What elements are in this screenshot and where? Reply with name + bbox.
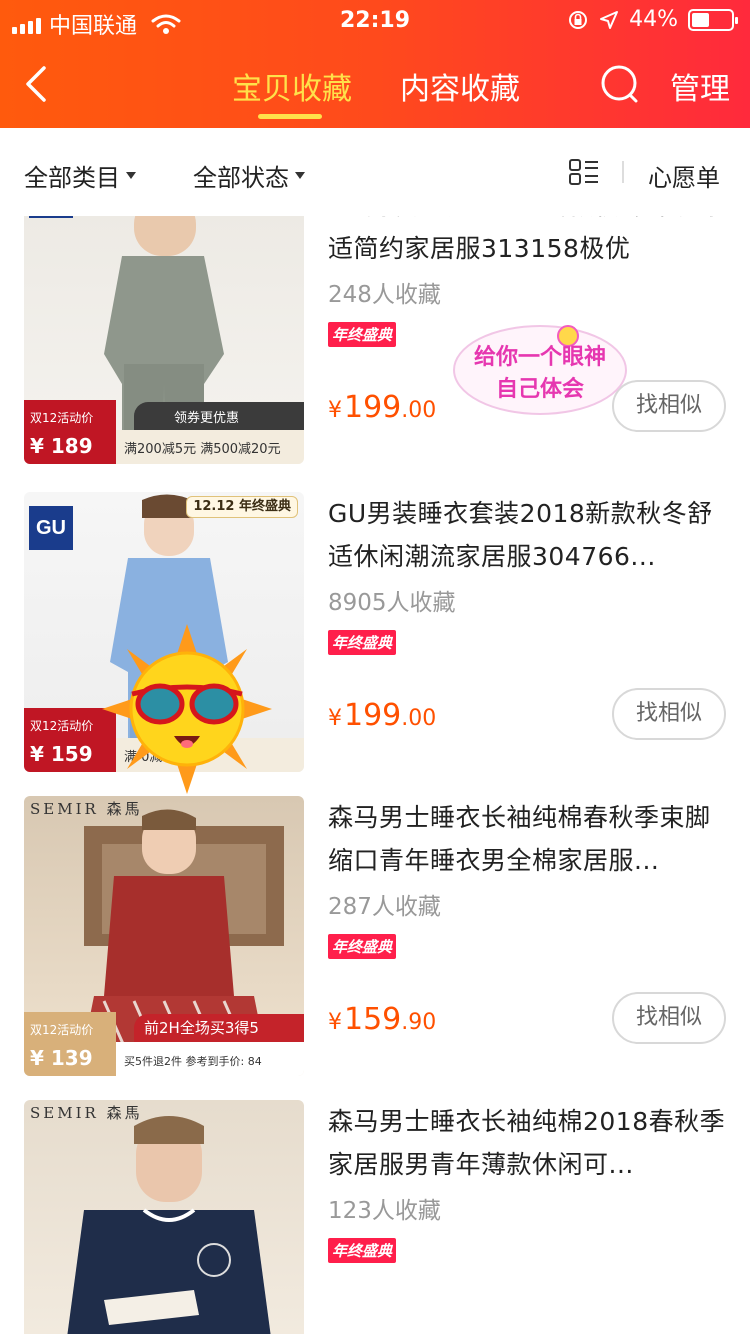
promo-price: ¥ 189	[30, 434, 93, 458]
chevron-down-icon	[126, 172, 136, 179]
product-image[interactable]: GU 双12活动价 ¥ 189 领券更优惠 满200减5元 满500减20元	[24, 216, 304, 464]
product-photo	[67, 1116, 271, 1334]
promo-discount-text: 买5件退2件 参考到手价: 84	[124, 1055, 262, 1068]
item-title[interactable]: 森马男士睡衣长袖纯棉2018春秋季家居服男青年薄款休闲可...	[328, 1100, 728, 1186]
item-price: ¥ 199 .00	[328, 698, 436, 733]
semir-logo: SEMIR 森馬	[30, 800, 143, 818]
item-price: ¥ 199 .00	[328, 390, 436, 425]
item-title[interactable]: 森马男士睡衣长袖纯棉春秋季束脚缩口青年睡衣男全棉家居服...	[328, 796, 728, 882]
item-info: GU男装睡衣套装2018新款秋冬舒适休闲潮流家居服304766... 8905人…	[328, 492, 728, 772]
chevron-down-icon	[295, 172, 305, 179]
product-image[interactable]: SEMIR 森馬 双12活动价 ¥ 139 前2H全场买3得5 买5件退2件 参…	[24, 796, 304, 1076]
tab-favorite-items[interactable]: 宝贝收藏	[232, 64, 352, 108]
price-integer: 199	[344, 698, 402, 733]
list-item[interactable]: SEMIR 森馬 森马男士睡衣长袖纯棉2018春秋季家居服男青年薄款休闲可...…	[0, 1100, 750, 1334]
item-title[interactable]: GU男装睡衣 2018新款秋冬针织舒适简约家居服313158极优	[328, 216, 728, 270]
promo-label: 双12活动价	[30, 719, 94, 733]
category-filter[interactable]: 全部类目	[24, 158, 136, 193]
promo-coupon-text: 领券更优惠	[174, 411, 240, 426]
price-integer: 199	[344, 390, 402, 425]
promo-badge: 年终盛典	[328, 322, 397, 347]
favorites-list: GU 双12活动价 ¥ 189 领券更优惠 满200减5元 满500减20元 G…	[0, 216, 750, 1334]
promo-deal-text: 前2H全场买3得5	[144, 1019, 259, 1037]
list-item[interactable]: SEMIR 森馬 双12活动价 ¥ 139 前2H全场买3得5 买5件退2件 参…	[0, 796, 750, 1076]
promo-label: 双12活动价	[30, 1023, 94, 1037]
wishlist-button[interactable]: 心愿单	[648, 158, 720, 193]
promo-discount-text: 满200减5元 满500减20元	[124, 442, 281, 457]
price-currency: ¥	[328, 706, 342, 731]
promo-badge: 年终盛典	[328, 1238, 397, 1263]
wink-sticker: 给你一个眼神 自己体会	[453, 325, 627, 415]
lock-rotation-icon	[569, 10, 588, 29]
promo-strip: 双12活动价 ¥ 189 领券更优惠 满200减5元 满500减20元	[24, 400, 304, 464]
promo-strip: 双12活动价 ¥ 139 前2H全场买3得5 买5件退2件 参考到手价: 84	[24, 1012, 304, 1076]
nav-bar: 宝贝收藏 内容收藏 管理	[0, 42, 750, 128]
status-filter[interactable]: 全部状态	[193, 158, 305, 193]
favorite-count: 287人收藏	[328, 894, 441, 920]
gu-logo: GU	[29, 216, 73, 218]
status-filter-label: 全部状态	[193, 164, 289, 192]
item-info: 森马男士睡衣长袖纯棉春秋季束脚缩口青年睡衣男全棉家居服... 287人收藏 年终…	[328, 796, 728, 1076]
price-decimal: .00	[401, 706, 437, 731]
battery-fill	[692, 12, 709, 27]
status-right: 44%	[567, 7, 738, 32]
find-similar-button[interactable]: 找相似	[612, 992, 726, 1044]
list-item[interactable]: GU 双12活动价 ¥ 189 领券更优惠 满200减5元 满500减20元 G…	[0, 216, 750, 464]
status-bar: 中国联通 22:19 44%	[0, 0, 750, 42]
filter-bar: 全部类目 全部状态 心愿单	[0, 128, 750, 216]
promo-badge: 年终盛典	[328, 934, 397, 959]
semir-logo: SEMIR 森馬	[30, 1104, 143, 1122]
wink-sticker-text-2: 自己体会	[496, 376, 584, 402]
favorite-count: 248人收藏	[328, 282, 441, 308]
price-decimal: .00	[401, 398, 437, 423]
promo-price: ¥ 159	[30, 742, 93, 766]
price-integer: 159	[344, 1002, 402, 1037]
item-price: ¥ 159 .90	[328, 1002, 436, 1037]
wink-sticker-text-1: 给你一个眼神	[474, 344, 606, 370]
app-header: 中国联通 22:19 44% 宝贝收藏 内容收藏 管理	[0, 0, 750, 128]
manage-button[interactable]: 管理	[670, 64, 730, 108]
location-icon	[600, 10, 619, 29]
gu-logo: GU	[29, 506, 73, 550]
price-decimal: .90	[401, 1010, 437, 1035]
promo-price: ¥ 139	[30, 1046, 93, 1070]
item-info: 森马男士睡衣长袖纯棉2018春秋季家居服男青年薄款休闲可... 123人收藏 年…	[328, 1100, 728, 1334]
battery-icon	[688, 8, 738, 31]
favorite-count: 8905人收藏	[328, 590, 456, 616]
price-currency: ¥	[328, 1010, 342, 1035]
tab-favorite-content[interactable]: 内容收藏	[400, 64, 520, 108]
search-icon[interactable]	[600, 64, 640, 104]
sun-sticker	[102, 624, 272, 794]
product-image[interactable]: SEMIR 森馬	[24, 1100, 304, 1334]
item-title[interactable]: GU男装睡衣套装2018新款秋冬舒适休闲潮流家居服304766...	[328, 492, 728, 578]
promo-badge: 年终盛典	[328, 630, 397, 655]
grid-view-icon[interactable]	[568, 158, 600, 186]
battery-percent: 44%	[629, 7, 678, 32]
find-similar-button[interactable]: 找相似	[612, 688, 726, 740]
tab-active-indicator	[258, 114, 322, 119]
price-currency: ¥	[328, 398, 342, 423]
category-filter-label: 全部类目	[24, 164, 120, 192]
promo-label: 双12活动价	[30, 411, 94, 425]
back-icon[interactable]	[18, 62, 58, 106]
filter-divider	[622, 161, 624, 183]
festival-tag: 12.12 年终盛典	[186, 496, 298, 518]
favorite-count: 123人收藏	[328, 1198, 441, 1224]
